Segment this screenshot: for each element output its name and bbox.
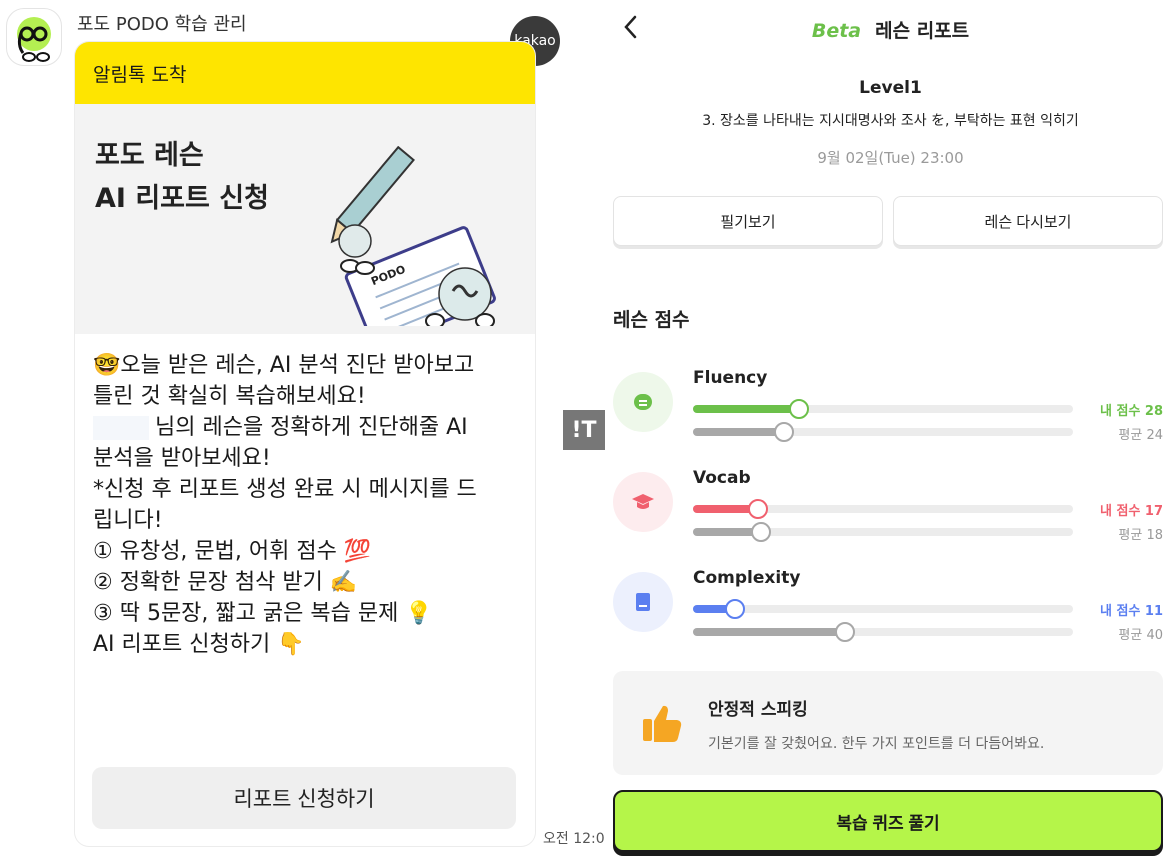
message-body: 🤓오늘 받은 레슨, AI 분석 진단 받아보고 틀린 것 확실히 복습해보세요…	[75, 334, 535, 846]
message-line: ② 정확한 문장 첨삭 받기 ✍️	[93, 570, 358, 595]
message-timestamp: 오전 12:0	[543, 831, 604, 847]
chat-icon	[613, 372, 673, 432]
pencil-document-illustration-icon: PODO	[330, 146, 496, 326]
message-line: 립니다!	[93, 508, 163, 533]
metric-label-vocab: Vocab	[693, 468, 751, 488]
beta-badge: Beta	[811, 20, 862, 42]
complexity-my-score-bar	[693, 599, 1073, 619]
message-line: 틀린 것 확실히 복습해보세요!	[93, 384, 366, 409]
replay-lesson-button[interactable]: 레슨 다시보기	[893, 196, 1163, 246]
fluency-avg-score-fill	[693, 428, 785, 436]
hero-title: 포도 레슨 AI 리포트 신청	[95, 134, 269, 220]
message-line: 🤓오늘 받은 레슨, AI 분석 진단 받아보고	[93, 353, 475, 378]
arrow-marker: !T	[563, 410, 605, 450]
lesson-date: 9월 02일(Tue) 23:00	[817, 149, 964, 167]
review-quiz-button[interactable]: 복습 퀴즈 풀기	[613, 790, 1163, 852]
message-line-with-name: 님의 레슨을 정확하게 진단해줄 AI	[93, 412, 517, 443]
section-title: 레슨 점수	[613, 309, 690, 331]
complexity-avg-score: 평균 40	[1118, 628, 1163, 643]
lesson-title: 3. 장소를 나타내는 지시대명사와 조사 を, 부탁하는 표현 익히기	[702, 113, 1079, 129]
thumbs-up-icon	[643, 705, 682, 742]
fluency-my-score-fill	[693, 405, 800, 413]
vocab-my-score-bar	[693, 499, 1073, 519]
fluency-my-score: 내 점수 28	[1099, 404, 1163, 419]
feedback-card: 안정적 스피킹 기본기를 잘 갖췄어요. 한두 가지 포인트를 더 다듬어봐요.	[613, 671, 1163, 775]
message-line: ③ 딱 5문장, 짧고 굵은 복습 문제 💡	[93, 601, 433, 626]
message-line: ① 유창성, 문법, 어휘 점수 💯	[93, 539, 372, 564]
vocab-avg-score: 평균 18	[1118, 528, 1163, 543]
complexity-avg-score-fill	[693, 628, 845, 636]
page-title-text: 레슨 리포트	[875, 20, 970, 42]
hero-banner: 포도 레슨 AI 리포트 신청 PODO	[75, 104, 535, 334]
feedback-title: 안정적 스피킹	[708, 700, 808, 720]
metric-label-complexity: Complexity	[693, 568, 801, 588]
fluency-avg-score: 평균 24	[1118, 428, 1163, 443]
lesson-report: Beta 레슨 리포트 Level1 3. 장소를 나타내는 지시대명사와 조사 …	[605, 0, 1176, 861]
metric-label-fluency: Fluency	[693, 368, 768, 388]
masked-user-name	[93, 416, 149, 440]
book-icon	[613, 572, 673, 632]
message-line: AI 리포트 신청하기 👇	[93, 632, 305, 657]
lesson-level: Level1	[859, 78, 922, 98]
message-line: *신청 후 리포트 생성 완료 시 메시지를 드	[93, 477, 477, 502]
complexity-my-score-knob	[724, 599, 745, 619]
vocab-avg-score-knob	[751, 522, 772, 542]
vocab-my-score-knob	[747, 499, 768, 519]
podo-avatar[interactable]	[6, 8, 62, 66]
fluency-avg-score-bar	[693, 422, 1073, 442]
kakao-chat: 포도 PODO 학습 관리 kakao 알림톡 도착 포도 레슨 AI 리포트 …	[0, 0, 604, 861]
vocab-my-score: 내 점수 17	[1099, 504, 1163, 519]
hero-title-line1: 포도 레슨	[95, 140, 204, 171]
complexity-avg-score-bar	[693, 622, 1073, 642]
fluency-avg-score-knob	[774, 422, 795, 442]
bubble-header: 알림톡 도착	[75, 42, 535, 104]
sender-name: 포도 PODO 학습 관리	[77, 14, 247, 35]
message-line: 분석을 받아보세요!	[93, 446, 271, 471]
notes-button[interactable]: 필기보기	[613, 196, 883, 246]
complexity-avg-score-knob	[835, 622, 855, 642]
page-title: Beta 레슨 리포트	[605, 16, 1176, 43]
fluency-my-score-bar	[693, 399, 1073, 419]
vocab-avg-score-bar	[693, 522, 1073, 542]
complexity-my-score: 내 점수 11	[1099, 604, 1163, 619]
alimtalk-bubble: 알림톡 도착 포도 레슨 AI 리포트 신청 PODO 🤓오늘 받은 레슨, A…	[75, 42, 535, 846]
graduation-cap-icon	[613, 472, 673, 532]
feedback-description: 기본기를 잘 갖췄어요. 한두 가지 포인트를 더 다듬어봐요.	[708, 736, 1045, 752]
hero-title-line2: AI 리포트 신청	[95, 183, 269, 214]
message-line: 님의 레슨을 정확하게 진단해줄 AI	[155, 415, 468, 440]
screen: 포도 PODO 학습 관리 kakao 알림톡 도착 포도 레슨 AI 리포트 …	[0, 0, 1176, 861]
fluency-my-score-knob	[789, 399, 810, 419]
report-request-button[interactable]: 리포트 신청하기	[92, 767, 516, 829]
